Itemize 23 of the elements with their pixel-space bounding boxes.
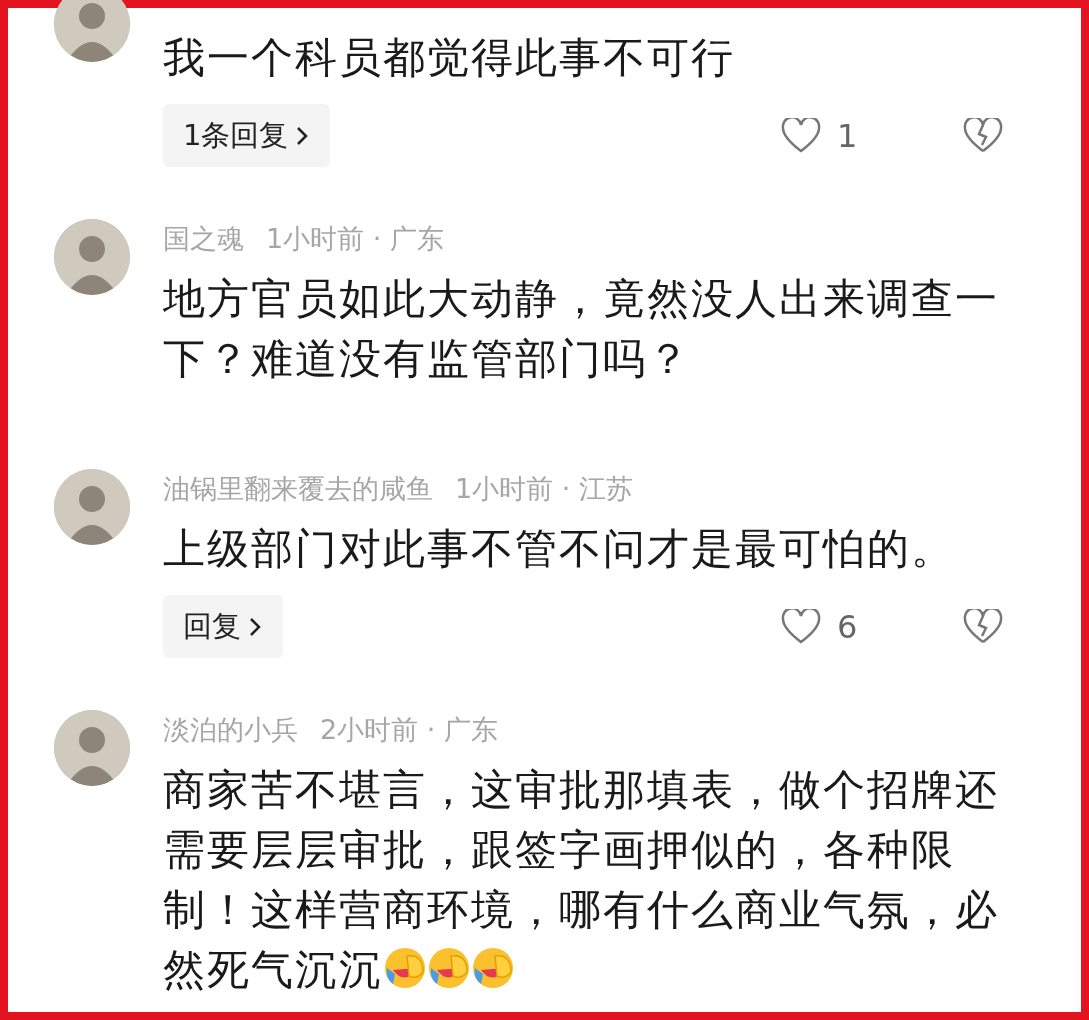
user-name[interactable]: 国之魂 bbox=[163, 219, 244, 259]
like-count: 1 bbox=[837, 116, 859, 155]
comment-text: 我一个科员都觉得此事不可行 bbox=[163, 32, 736, 84]
comment-text: 商家苦不堪言，这审批那填表，做个招牌还需要层层审批，跟签字画押似的，各种限制！这样营商环境，哪有什么商业气氛，必然死气沉沉 bbox=[163, 764, 1000, 996]
heart-icon[interactable] bbox=[781, 608, 821, 645]
comment-text: 上级部门对此事不管不问才是最可怕的。 bbox=[163, 523, 956, 575]
comment-text: 地方官员如此大动静，竟然没人出来调查一下？难道没有监管部门吗？ bbox=[163, 273, 1000, 385]
chevron-icon bbox=[247, 615, 263, 638]
comment-time-location: 1小时前 · 江苏 bbox=[455, 472, 633, 506]
comment-time-location: 2小时前 · 广东 bbox=[320, 713, 498, 747]
user-name[interactable]: 油锅里翻来覆去的咸鱼 bbox=[163, 469, 433, 509]
broken-heart-icon[interactable] bbox=[963, 117, 1003, 154]
laughing-emoji-icon bbox=[383, 946, 427, 990]
user-name[interactable]: 淡泊的小兵 bbox=[163, 710, 298, 750]
reply-button[interactable]: 回复 bbox=[163, 595, 283, 658]
laughing-emoji-icon bbox=[471, 946, 515, 990]
comment-time-location: 1小时前 · 广东 bbox=[266, 222, 444, 256]
like-count: 6 bbox=[837, 607, 859, 646]
laughing-emoji-icon bbox=[427, 946, 471, 990]
reply-button[interactable]: 1条回复 bbox=[163, 104, 331, 167]
avatar[interactable] bbox=[54, 0, 130, 62]
heart-icon[interactable] bbox=[781, 117, 821, 154]
broken-heart-icon[interactable] bbox=[963, 608, 1003, 645]
